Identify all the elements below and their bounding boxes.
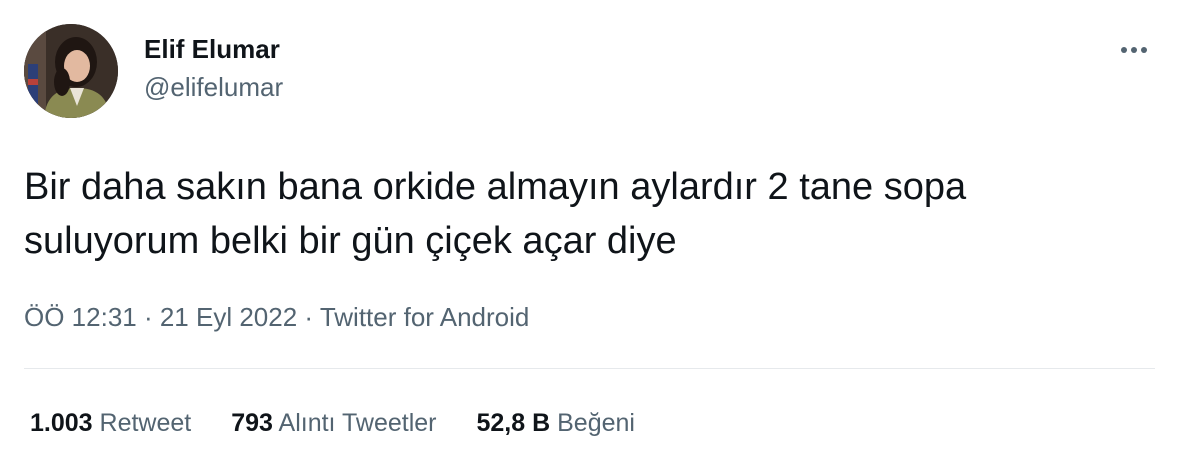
retweets-label: Retweet <box>99 409 192 437</box>
tweet-meta: ÖÖ 12:31 · 21 Eyl 2022 · Twitter for And… <box>24 300 529 334</box>
tweet-source[interactable]: Twitter for Android <box>320 302 530 332</box>
meta-separator: · <box>297 302 320 332</box>
author-handle[interactable]: @elifelumar <box>144 70 283 104</box>
author-info: Elif Elumar @elifelumar <box>144 32 283 104</box>
avatar[interactable] <box>24 24 118 118</box>
retweets-count: 1.003 <box>30 409 93 437</box>
more-options-button[interactable] <box>1114 36 1154 64</box>
quotes-stat[interactable]: 793 Alıntı Tweetler <box>231 406 436 440</box>
retweets-stat[interactable]: 1.003 Retweet <box>30 406 191 440</box>
divider <box>24 368 1155 369</box>
likes-stat[interactable]: 52,8 B Beğeni <box>476 406 634 440</box>
quotes-label: Alıntı Tweetler <box>278 409 437 437</box>
meta-separator: · <box>136 302 160 332</box>
tweet-time[interactable]: ÖÖ 12:31 <box>24 302 137 332</box>
tweet-date[interactable]: 21 Eyl 2022 <box>160 302 297 332</box>
quotes-count: 793 <box>231 409 273 437</box>
likes-count: 52,8 B <box>476 409 551 437</box>
more-horizontal-icon <box>1121 47 1147 53</box>
tweet-text: Bir daha sakın bana orkide almayın aylar… <box>24 166 967 262</box>
author-display-name[interactable]: Elif Elumar <box>144 32 283 66</box>
likes-label: Beğeni <box>557 409 635 437</box>
engagement-stats: 1.003 Retweet 793 Alıntı Tweetler 52,8 B… <box>30 406 635 440</box>
tweet-card: Elif Elumar @elifelumar Bir daha sakın b… <box>0 0 1190 468</box>
